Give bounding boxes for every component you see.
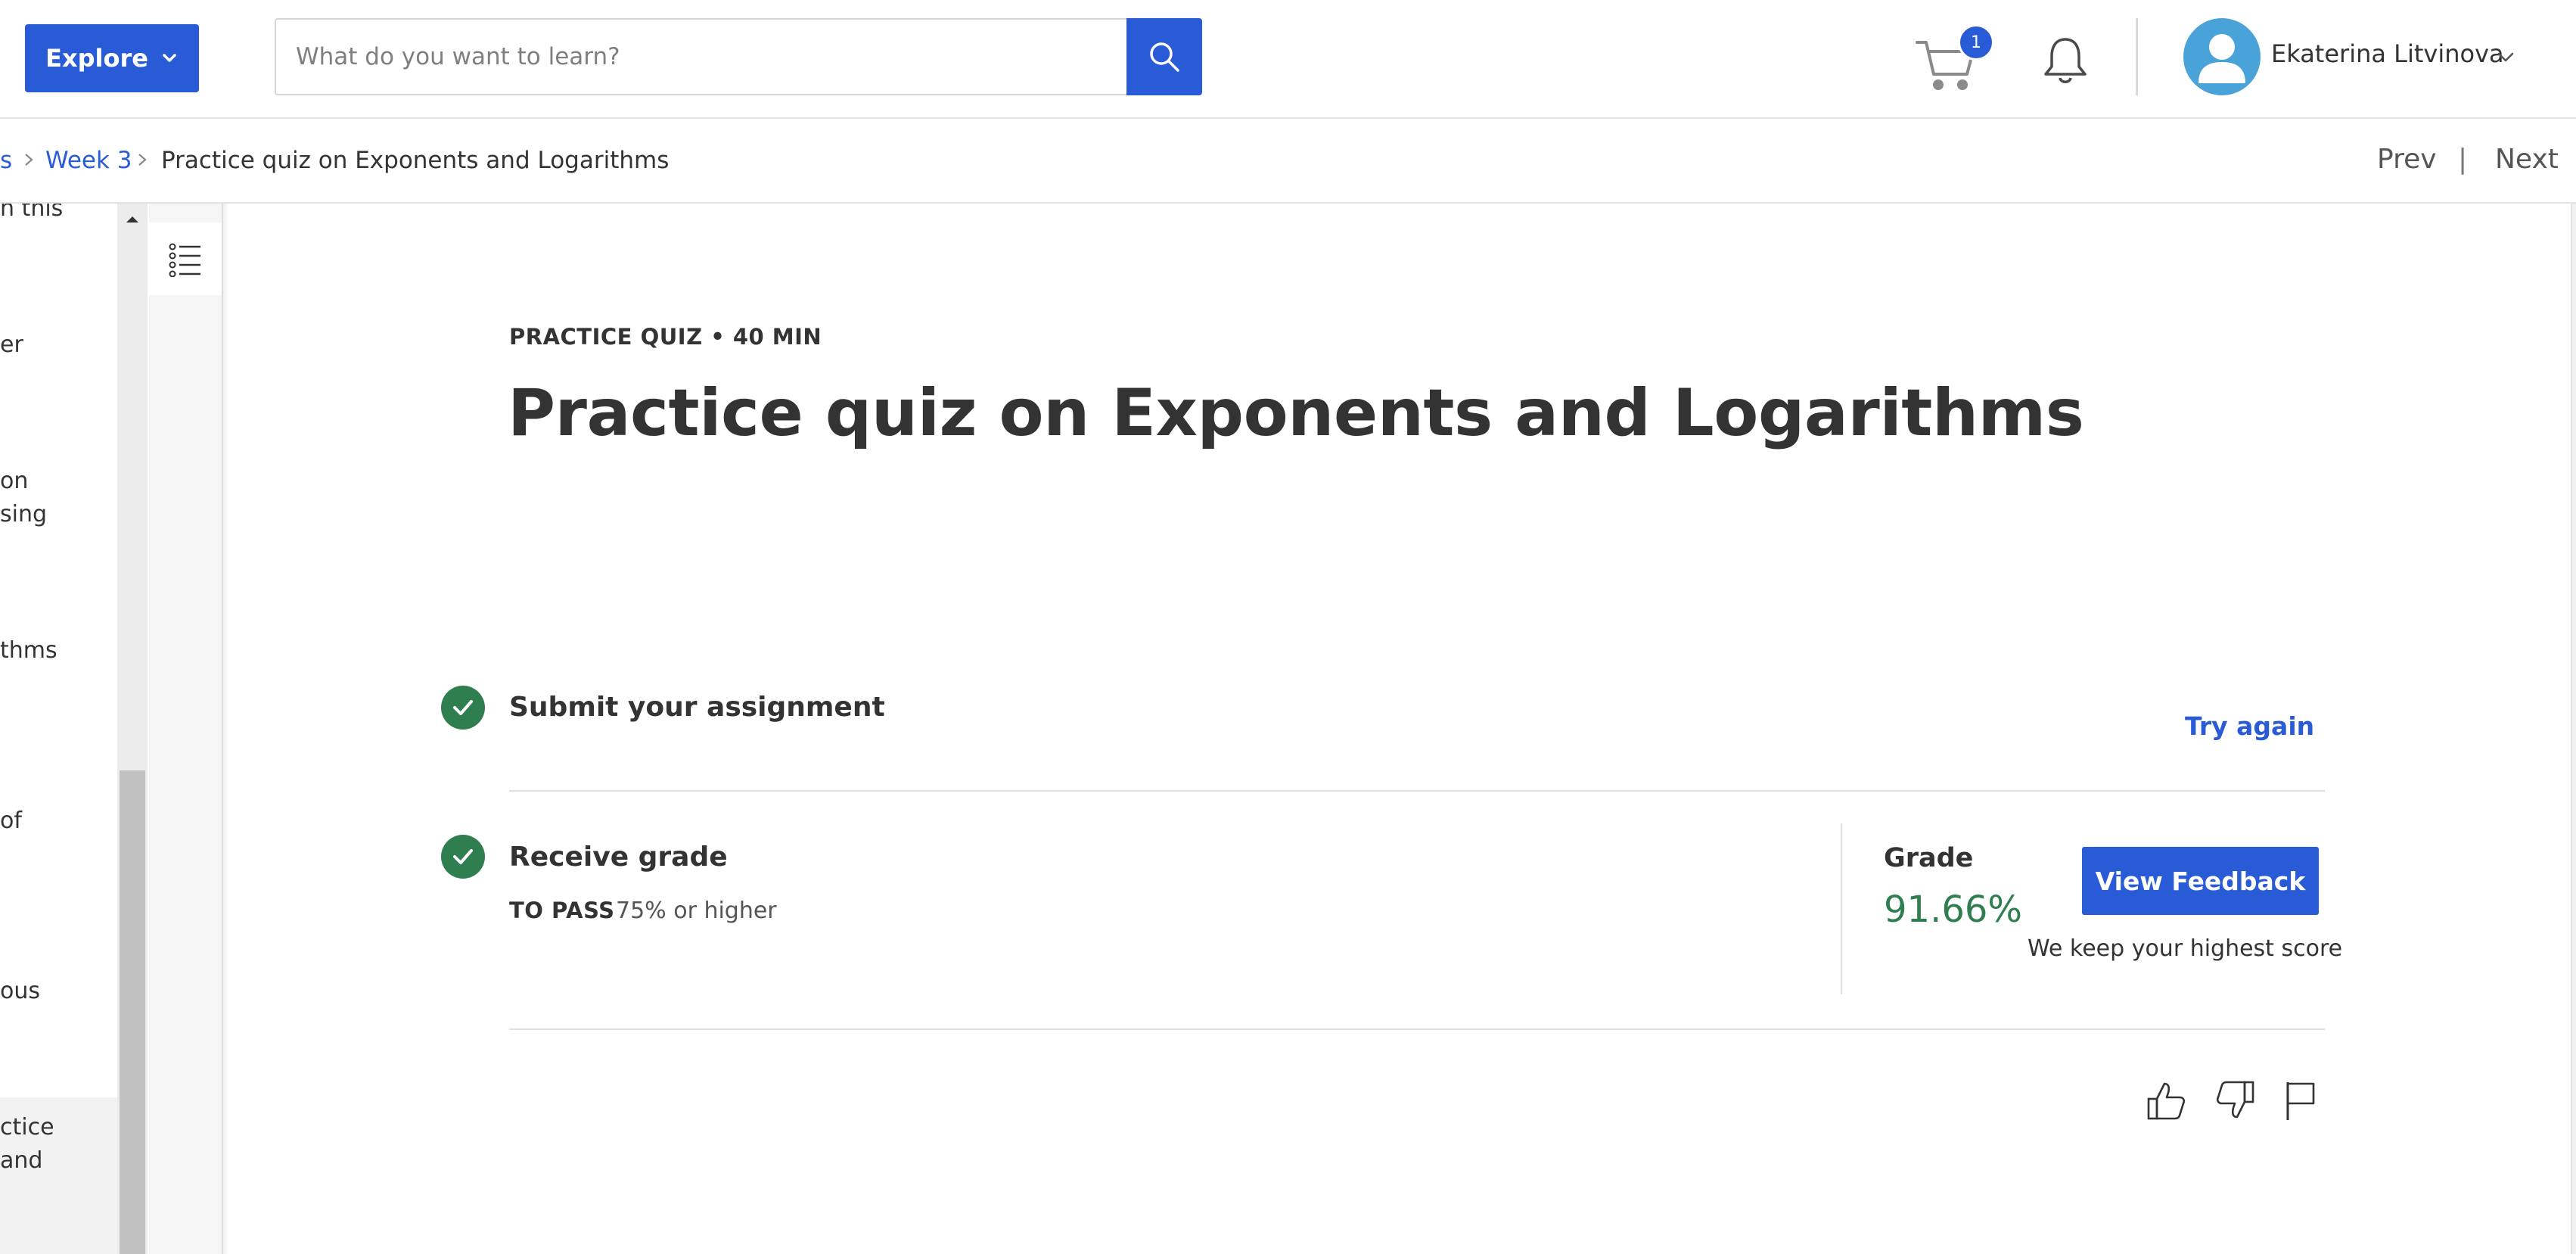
- scroll-up-arrow-icon[interactable]: [117, 206, 148, 236]
- sidebar-item-text[interactable]: ctice: [0, 1111, 54, 1144]
- search-bar: [275, 18, 1202, 95]
- scrollbar-thumb[interactable]: [120, 770, 145, 1254]
- flag-icon[interactable]: [2279, 1078, 2324, 1123]
- bell-icon: [2044, 38, 2087, 83]
- highest-score-note: We keep your highest score: [2028, 935, 2343, 962]
- course-outline-sidebar: n this er on sing thms of ous ctice and: [0, 204, 117, 1254]
- outline-tools-column: [149, 204, 223, 1254]
- content-edge-shadow: [223, 204, 229, 1254]
- breadcrumb-item-week[interactable]: Week 3: [45, 147, 132, 174]
- list-icon: [169, 243, 200, 277]
- grade-step-title: Receive grade: [509, 842, 728, 873]
- to-pass-value: 75% or higher: [616, 898, 777, 924]
- sidebar-item-text[interactable]: on: [0, 465, 28, 498]
- prev-button[interactable]: Prev: [2377, 144, 2437, 175]
- prev-next-separator: |: [2458, 144, 2468, 175]
- user-name[interactable]: Ekaterina Litvinova: [2271, 39, 2504, 68]
- view-feedback-button[interactable]: View Feedback: [2082, 847, 2319, 915]
- step-complete-badge: [441, 835, 485, 879]
- sidebar-item-text[interactable]: ous: [0, 975, 40, 1008]
- avatar[interactable]: [2183, 18, 2261, 95]
- thumbs-up-icon[interactable]: [2143, 1078, 2189, 1123]
- grade-value: 91.66%: [1884, 888, 2023, 931]
- grade-label: Grade: [1884, 843, 1974, 873]
- outline-toggle-button[interactable]: [149, 222, 222, 295]
- step-complete-badge: [441, 686, 485, 730]
- try-again-link[interactable]: Try again: [2185, 711, 2314, 741]
- search-input[interactable]: [275, 18, 1126, 95]
- cart-button[interactable]: 1: [1914, 21, 1994, 97]
- sidebar-item-text[interactable]: n this: [0, 204, 63, 226]
- divider: [509, 790, 2325, 792]
- submit-step-title: Submit your assignment: [509, 692, 885, 723]
- chevron-right-icon: [25, 154, 33, 166]
- grade-divider: [1841, 823, 1842, 994]
- sidebar-item-text[interactable]: er: [0, 328, 23, 362]
- search-button[interactable]: [1126, 18, 1202, 95]
- chevron-right-icon: [138, 154, 147, 166]
- sidebar-item-text[interactable]: sing: [0, 498, 47, 531]
- sidebar-item-text[interactable]: thms: [0, 634, 57, 667]
- breadcrumb-item-partial[interactable]: s: [0, 147, 12, 174]
- item-type-duration: PRACTICE QUIZ • 40 MIN: [509, 324, 822, 350]
- check-icon: [453, 700, 473, 715]
- cart-count-badge: 1: [1958, 24, 1994, 61]
- chevron-down-icon[interactable]: [2495, 47, 2516, 68]
- divider: [509, 1028, 2325, 1030]
- sidebar-item-text[interactable]: of: [0, 804, 22, 838]
- thumbs-down-icon[interactable]: [2213, 1078, 2258, 1123]
- header-divider: [2136, 18, 2138, 95]
- chevron-down-icon: [163, 54, 176, 62]
- page-title: Practice quiz on Exponents and Logarithm…: [508, 375, 2084, 451]
- explore-button[interactable]: Explore: [25, 24, 199, 92]
- breadcrumb-current: Practice quiz on Exponents and Logarithm…: [161, 147, 670, 174]
- explore-label: Explore: [45, 44, 148, 73]
- check-icon: [453, 849, 473, 864]
- notifications-button[interactable]: [2035, 30, 2096, 91]
- sidebar-item-text[interactable]: and: [0, 1144, 42, 1178]
- right-scroll-edge: [2571, 204, 2576, 1254]
- user-avatar-icon: [2198, 34, 2245, 83]
- to-pass-label: TO PASS: [509, 898, 615, 923]
- search-icon: [1150, 42, 1179, 72]
- next-button[interactable]: Next: [2495, 144, 2559, 175]
